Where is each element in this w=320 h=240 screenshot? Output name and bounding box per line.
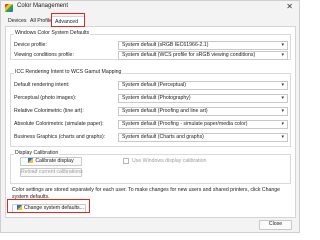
change-defaults-highlight [7, 199, 90, 213]
device-profile-select[interactable]: System default (sRGB IEC61966-2.1) ▾ [118, 41, 288, 50]
calibrate-display-label: Calibrate display [35, 158, 74, 164]
reload-calibrations-button[interactable]: Reload current calibrations [20, 168, 83, 177]
relative-colorimetric-value: System default (Proofing and line art) [122, 108, 208, 114]
color-management-icon [5, 4, 13, 12]
close-button-label: Close [268, 221, 283, 227]
tab-devices[interactable]: Devices [5, 16, 27, 26]
business-graphics-value: System default (Charts and graphs) [122, 134, 204, 140]
viewing-conditions-select[interactable]: System default (WCS profile for sRGB vie… [118, 51, 288, 60]
default-intent-label: Default rendering intent: [14, 82, 70, 88]
icc-mapping-title: ICC Rendering Intent to WCS Gamut Mappin… [14, 69, 123, 75]
color-management-window: Color Management ✕ Devices All Profiles … [0, 0, 300, 233]
absolute-colorimetric-value: System default (Proofing - simulate pape… [122, 121, 248, 127]
use-windows-calibration-label: Use Windows display calibration [132, 158, 207, 164]
window-title: Color Management [17, 3, 69, 9]
close-icon[interactable]: ✕ [286, 2, 293, 11]
relative-colorimetric-label: Relative Colorimetric (line art): [14, 108, 84, 114]
default-intent-value: System default (Perceptual) [122, 82, 187, 88]
chevron-down-icon: ▾ [281, 108, 284, 114]
wcs-defaults-title: Windows Color System Defaults [14, 30, 91, 36]
chevron-down-icon: ▾ [281, 95, 284, 101]
shield-icon [28, 158, 34, 163]
perceptual-value: System default (Photography) [122, 95, 191, 101]
business-graphics-label: Business Graphics (charts and graphs): [14, 134, 106, 140]
viewing-conditions-value: System default (WCS profile for sRGB vie… [122, 52, 256, 58]
absolute-colorimetric-label: Absolute Colorimetric (simulate paper): [14, 121, 104, 127]
device-profile-value: System default (sRGB IEC61966-2.1) [122, 42, 209, 48]
title-bar: Color Management ✕ [1, 1, 299, 15]
viewing-conditions-label: Viewing conditions profile: [14, 52, 74, 58]
default-intent-select[interactable]: System default (Perceptual) ▾ [118, 81, 288, 90]
use-windows-calibration-checkbox[interactable] [123, 158, 129, 164]
chevron-down-icon: ▾ [281, 82, 284, 88]
advanced-panel: Windows Color System Defaults Device pro… [5, 26, 296, 218]
reload-calibrations-label: Reload current calibrations [21, 169, 83, 175]
perceptual-select[interactable]: System default (Photography) ▾ [118, 94, 288, 103]
perceptual-label: Perceptual (photo images): [14, 95, 77, 101]
chevron-down-icon: ▾ [281, 42, 284, 48]
chevron-down-icon: ▾ [281, 121, 284, 127]
calibrate-display-button[interactable]: Calibrate display [20, 157, 82, 166]
device-profile-label: Device profile: [14, 42, 47, 48]
relative-colorimetric-select[interactable]: System default (Proofing and line art) ▾ [118, 107, 288, 116]
business-graphics-select[interactable]: System default (Charts and graphs) ▾ [118, 133, 288, 142]
absolute-colorimetric-select[interactable]: System default (Proofing - simulate pape… [118, 120, 288, 129]
advanced-tab-highlight [51, 13, 85, 27]
tab-all-profiles[interactable]: All Profiles [27, 16, 55, 26]
close-button[interactable]: Close [259, 220, 292, 230]
chevron-down-icon: ▾ [281, 52, 284, 58]
chevron-down-icon: ▾ [281, 134, 284, 140]
display-calibration-title: Display Calibration [14, 150, 60, 156]
